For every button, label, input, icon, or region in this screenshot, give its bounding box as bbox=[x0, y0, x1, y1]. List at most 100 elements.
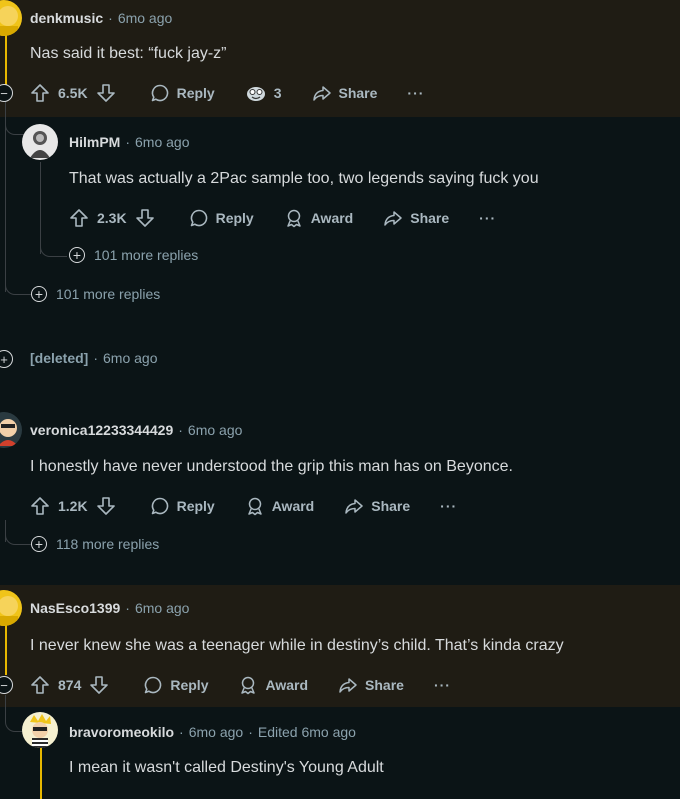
thread-connector bbox=[40, 236, 67, 257]
reply-label: Reply bbox=[176, 85, 215, 101]
more-replies-label: 101 more replies bbox=[56, 286, 161, 302]
more-options-button[interactable]: ··· bbox=[440, 498, 457, 514]
award-icon bbox=[241, 676, 256, 695]
reply-label: Reply bbox=[170, 677, 209, 693]
avatar[interactable] bbox=[22, 712, 58, 748]
downvote-icon[interactable] bbox=[96, 83, 116, 103]
comment-meta: denkmusic · 6mo ago bbox=[30, 10, 173, 26]
comment-bubble-icon bbox=[145, 676, 162, 694]
share-label: Share bbox=[371, 498, 411, 514]
awards-button[interactable]: 3 bbox=[245, 83, 282, 103]
award-button[interactable]: Award bbox=[245, 496, 314, 516]
upvote-icon[interactable] bbox=[30, 496, 50, 516]
thread-line-accent bbox=[5, 620, 7, 675]
plus-circle-icon: + bbox=[31, 286, 47, 302]
vote-group: 2.3K bbox=[69, 208, 155, 228]
username[interactable]: denkmusic bbox=[30, 10, 103, 26]
comment-meta: HilmPM · 6mo ago bbox=[69, 134, 190, 150]
award-icon bbox=[247, 497, 262, 516]
award-icon bbox=[286, 209, 301, 228]
reply-button[interactable]: Reply bbox=[150, 83, 215, 103]
reply-label: Reply bbox=[215, 210, 254, 226]
timestamp[interactable]: 6mo ago bbox=[135, 134, 189, 150]
deleted-username: [deleted] bbox=[30, 350, 89, 366]
thread-line-accent bbox=[5, 30, 7, 90]
share-icon bbox=[345, 499, 363, 514]
award-count: 3 bbox=[273, 85, 282, 101]
award-button[interactable]: Award bbox=[238, 675, 308, 695]
share-button[interactable]: Share bbox=[338, 675, 404, 695]
timestamp[interactable]: 6mo ago bbox=[103, 350, 157, 366]
more-replies-button[interactable]: + 101 more replies bbox=[31, 286, 160, 302]
comment-actions: 874 Reply Award Share ··· bbox=[30, 670, 451, 700]
more-replies-label: 118 more replies bbox=[56, 536, 160, 552]
avatar[interactable] bbox=[0, 412, 22, 448]
expand-button[interactable]: + bbox=[0, 350, 13, 368]
vote-count: 1.2K bbox=[58, 498, 88, 514]
more-replies-button[interactable]: + 101 more replies bbox=[69, 247, 198, 263]
downvote-icon[interactable] bbox=[135, 208, 155, 228]
thread-connector bbox=[5, 278, 32, 295]
share-button[interactable]: Share bbox=[383, 208, 449, 228]
share-label: Share bbox=[365, 677, 404, 693]
thread-line-accent bbox=[40, 748, 42, 799]
vote-count: 2.3K bbox=[97, 210, 127, 226]
share-button[interactable]: Share bbox=[312, 83, 378, 103]
comment-bubble-icon bbox=[151, 84, 168, 102]
username[interactable]: NasEsco1399 bbox=[30, 600, 120, 616]
upvote-icon[interactable] bbox=[69, 208, 89, 228]
comment-bubble-icon bbox=[151, 497, 168, 515]
share-icon bbox=[339, 678, 357, 693]
thread-connector bbox=[5, 528, 32, 545]
username[interactable]: bravoromeokilo bbox=[69, 724, 174, 740]
award-button[interactable]: Award bbox=[284, 208, 354, 228]
share-icon bbox=[312, 86, 331, 101]
downvote-icon[interactable] bbox=[96, 496, 116, 516]
award-label: Award bbox=[310, 210, 354, 226]
reply-button[interactable]: Reply bbox=[189, 208, 254, 228]
thread-connector bbox=[5, 695, 24, 732]
comment-actions: 6.5K Reply 3 Share ··· bbox=[30, 78, 424, 108]
award-label: Award bbox=[265, 677, 309, 693]
avatar[interactable] bbox=[22, 124, 58, 160]
timestamp[interactable]: 6mo ago bbox=[118, 10, 172, 26]
vote-count: 874 bbox=[58, 677, 82, 693]
comment-text: I mean it wasn't called Destiny's Young … bbox=[69, 759, 384, 776]
more-options-button[interactable]: ··· bbox=[434, 677, 451, 693]
more-options-button[interactable]: ··· bbox=[407, 85, 424, 101]
share-label: Share bbox=[410, 210, 450, 226]
edited-timestamp: Edited 6mo ago bbox=[257, 724, 356, 740]
vote-group: 6.5K bbox=[30, 83, 116, 103]
comment-actions: 2.3K Reply Award Share ··· bbox=[69, 203, 496, 233]
comment-meta: [deleted] · 6mo ago bbox=[30, 350, 158, 366]
comment-meta: NasEsco1399 · 6mo ago bbox=[30, 600, 190, 616]
more-replies-button[interactable]: + 118 more replies bbox=[31, 536, 159, 552]
comment-bubble-icon bbox=[190, 209, 207, 227]
timestamp[interactable]: 6mo ago bbox=[188, 422, 242, 438]
reply-button[interactable]: Reply bbox=[150, 496, 215, 516]
comment-text: I never knew she was a teenager while in… bbox=[30, 637, 564, 654]
share-label: Share bbox=[338, 85, 378, 101]
timestamp[interactable]: 6mo ago bbox=[135, 600, 189, 616]
plus-circle-icon: + bbox=[31, 536, 47, 552]
upvote-icon[interactable] bbox=[30, 83, 50, 103]
thread-connector bbox=[5, 110, 24, 135]
comment-text: That was actually a 2Pac sample too, two… bbox=[69, 170, 539, 187]
more-replies-label: 101 more replies bbox=[94, 247, 199, 263]
username[interactable]: HilmPM bbox=[69, 134, 120, 150]
share-icon bbox=[384, 211, 402, 226]
comment-meta: veronica12233344429 · 6mo ago bbox=[30, 422, 243, 438]
timestamp[interactable]: 6mo ago bbox=[189, 724, 243, 740]
vote-group: 874 bbox=[30, 675, 109, 695]
more-options-button[interactable]: ··· bbox=[479, 210, 496, 226]
username[interactable]: veronica12233344429 bbox=[30, 422, 173, 438]
downvote-icon[interactable] bbox=[89, 675, 109, 695]
comment-text: Nas said it best: “fuck jay-z” bbox=[30, 45, 227, 62]
award-emoji-icon bbox=[246, 87, 265, 101]
vote-count: 6.5K bbox=[58, 85, 88, 101]
reply-button[interactable]: Reply bbox=[143, 675, 208, 695]
share-button[interactable]: Share bbox=[344, 496, 410, 516]
upvote-icon[interactable] bbox=[30, 675, 50, 695]
plus-circle-icon: + bbox=[69, 247, 85, 263]
comment-actions: 1.2K Reply Award Share ··· bbox=[30, 491, 457, 521]
